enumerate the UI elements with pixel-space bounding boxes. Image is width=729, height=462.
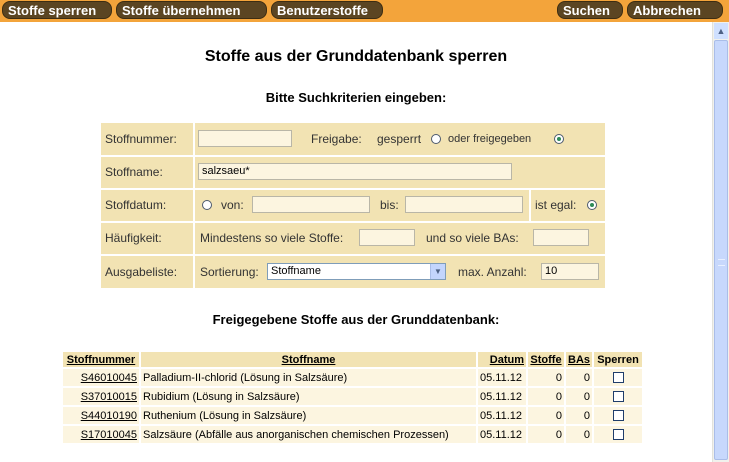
suchen-button[interactable]: Suchen (557, 1, 623, 19)
stoffnummer-link[interactable]: S46010045 (81, 372, 137, 384)
stoffname-cell: salzsaeu* (195, 157, 605, 188)
stoffe-uebernehmen-button[interactable]: Stoffe übernehmen (116, 1, 267, 19)
bas-cell: 0 (566, 388, 593, 405)
stoffdatum-label-cell: Stoffdatum: (101, 190, 193, 221)
sperren-cell (594, 407, 643, 424)
datum-cell: 05.11.12 (478, 407, 526, 424)
stoffnummer-input[interactable] (198, 130, 292, 147)
stoffnummer-cell: S46010045 (63, 369, 139, 386)
sperren-cell (594, 388, 643, 405)
scrollbar-thumb[interactable] (714, 40, 728, 460)
stoffe-cell: 0 (528, 426, 564, 443)
stoffname-input[interactable]: salzsaeu* (198, 163, 512, 180)
stoffname-cell: Rubidium (Lösung in Salzsäure) (141, 388, 476, 405)
scroll-up-arrow-icon[interactable]: ▲ (714, 23, 728, 39)
header-sperren: Sperren (594, 352, 643, 367)
bas-cell: 0 (566, 369, 593, 386)
haeufigkeit-cell: Mindestens so viele Stoffe: und so viele… (195, 223, 605, 254)
von-label: von: (221, 198, 244, 212)
stoffnummer-link[interactable]: S37010015 (81, 391, 137, 403)
content-area: Stoffe aus der Grunddatenbank sperren Bi… (0, 22, 712, 462)
table-row: S46010045 Palladium-II-chlorid (Lösung i… (63, 369, 643, 386)
stoffnummer-cell: S17010045 (63, 426, 139, 443)
datum-cell: 05.11.12 (478, 388, 526, 405)
ausgabeliste-label: Ausgabeliste: (105, 265, 178, 279)
gesperrt-radio[interactable] (431, 134, 441, 144)
datum-range-radio[interactable] (202, 200, 212, 210)
header-stoffname[interactable]: Stoffname (141, 352, 476, 367)
stoffnummer-link[interactable]: S44010190 (81, 410, 137, 422)
sperren-checkbox[interactable] (612, 372, 624, 384)
freigegeben-label: oder freigegeben (448, 133, 532, 145)
chevron-down-icon[interactable]: ▼ (430, 264, 445, 279)
results-table: Stoffnummer Stoffname Datum Stoffe BAs S… (61, 350, 644, 445)
stoffe-cell: 0 (528, 388, 564, 405)
sortierung-select[interactable]: Stoffname ▼ (267, 263, 446, 280)
stoffnummer-cell: S37010015 (63, 388, 139, 405)
ist-egal-label: ist egal: (535, 198, 577, 212)
header-bas[interactable]: BAs (566, 352, 593, 367)
sperren-checkbox[interactable] (612, 410, 624, 422)
ausgabeliste-cell: Sortierung: Stoffname ▼ max. Anzahl: 10 (195, 256, 605, 288)
bas-label: und so viele BAs: (426, 231, 519, 245)
stoffname-label-cell: Stoffname: (101, 157, 193, 188)
max-anzahl-input[interactable]: 10 (541, 263, 599, 280)
sperren-cell (594, 426, 643, 443)
results-title: Freigegebene Stoffe aus der Grunddatenba… (212, 312, 500, 327)
mindestens-input[interactable] (359, 229, 415, 246)
gesperrt-label: gesperrt (377, 132, 422, 146)
search-subtitle: Bitte Suchkriterien eingeben: (265, 90, 447, 105)
datum-cell: 05.11.12 (478, 369, 526, 386)
von-input[interactable] (252, 196, 370, 213)
bas-input[interactable] (533, 229, 589, 246)
sperren-cell (594, 369, 643, 386)
stoffnummer-link[interactable]: S17010045 (81, 429, 137, 441)
table-row: S37010015 Rubidium (Lösung in Salzsäure)… (63, 388, 643, 405)
haeufigkeit-label-cell: Häufigkeit: (101, 223, 193, 254)
ausgabeliste-label-cell: Ausgabeliste: (101, 256, 193, 288)
stoffe-sperren-button[interactable]: Stoffe sperren (2, 1, 112, 19)
datum-cell: 05.11.12 (478, 426, 526, 443)
bas-cell: 0 (566, 407, 593, 424)
stoffnummer-label: Stoffnummer: (105, 132, 177, 146)
ist-egal-radio[interactable] (587, 200, 597, 210)
sortierung-value: Stoffname (271, 265, 321, 277)
max-anzahl-label: max. Anzahl: (458, 265, 527, 279)
bas-cell: 0 (566, 426, 593, 443)
header-datum[interactable]: Datum (478, 352, 526, 367)
table-row: S44010190 Ruthenium (Lösung in Salzsäure… (63, 407, 643, 424)
scrollbar-grip (718, 259, 725, 266)
results-header-row: Stoffnummer Stoffname Datum Stoffe BAs S… (63, 352, 643, 367)
abbrechen-button[interactable]: Abbrechen (627, 1, 723, 19)
toolbar: Stoffe sperren Stoffe übernehmen Benutze… (0, 0, 729, 22)
benutzerstoffe-button[interactable]: Benutzerstoffe (271, 1, 383, 19)
stoffnummer-label-cell: Stoffnummer: (101, 123, 193, 155)
stoffname-cell: Salzsäure (Abfälle aus anorganischen che… (141, 426, 476, 443)
table-row: S17010045 Salzsäure (Abfälle aus anorgan… (63, 426, 643, 443)
sortierung-label: Sortierung: (200, 265, 259, 279)
header-stoffnummer[interactable]: Stoffnummer (63, 352, 139, 367)
stoffname-label: Stoffname: (105, 165, 163, 179)
bis-label: bis: (380, 198, 399, 212)
stoffdatum-cell: von: bis: (195, 190, 529, 221)
freigegeben-radio[interactable] (554, 134, 564, 144)
sperren-checkbox[interactable] (612, 429, 624, 441)
stoffdatum-label: Stoffdatum: (105, 198, 167, 212)
page-title: Stoffe aus der Grunddatenbank sperren (204, 48, 508, 65)
stoffnummer-cell: S44010190 (63, 407, 139, 424)
haeufigkeit-label: Häufigkeit: (105, 231, 162, 245)
stoffname-cell: Ruthenium (Lösung in Salzsäure) (141, 407, 476, 424)
stoffnummer-cell: Freigabe: gesperrt oder freigegeben (195, 123, 605, 155)
sperren-checkbox[interactable] (612, 391, 624, 403)
ist-egal-cell: ist egal: (531, 190, 605, 221)
search-form: Stoffnummer: Freigabe: gesperrt oder fre… (101, 123, 605, 288)
freigabe-label: Freigabe: (311, 132, 362, 146)
mindestens-label: Mindestens so viele Stoffe: (200, 231, 344, 245)
header-stoffe[interactable]: Stoffe (528, 352, 564, 367)
stoffe-cell: 0 (528, 407, 564, 424)
vertical-scrollbar[interactable]: ▲ (712, 22, 729, 462)
bis-input[interactable] (405, 196, 523, 213)
stoffe-cell: 0 (528, 369, 564, 386)
stoffname-cell: Palladium-II-chlorid (Lösung in Salzsäur… (141, 369, 476, 386)
